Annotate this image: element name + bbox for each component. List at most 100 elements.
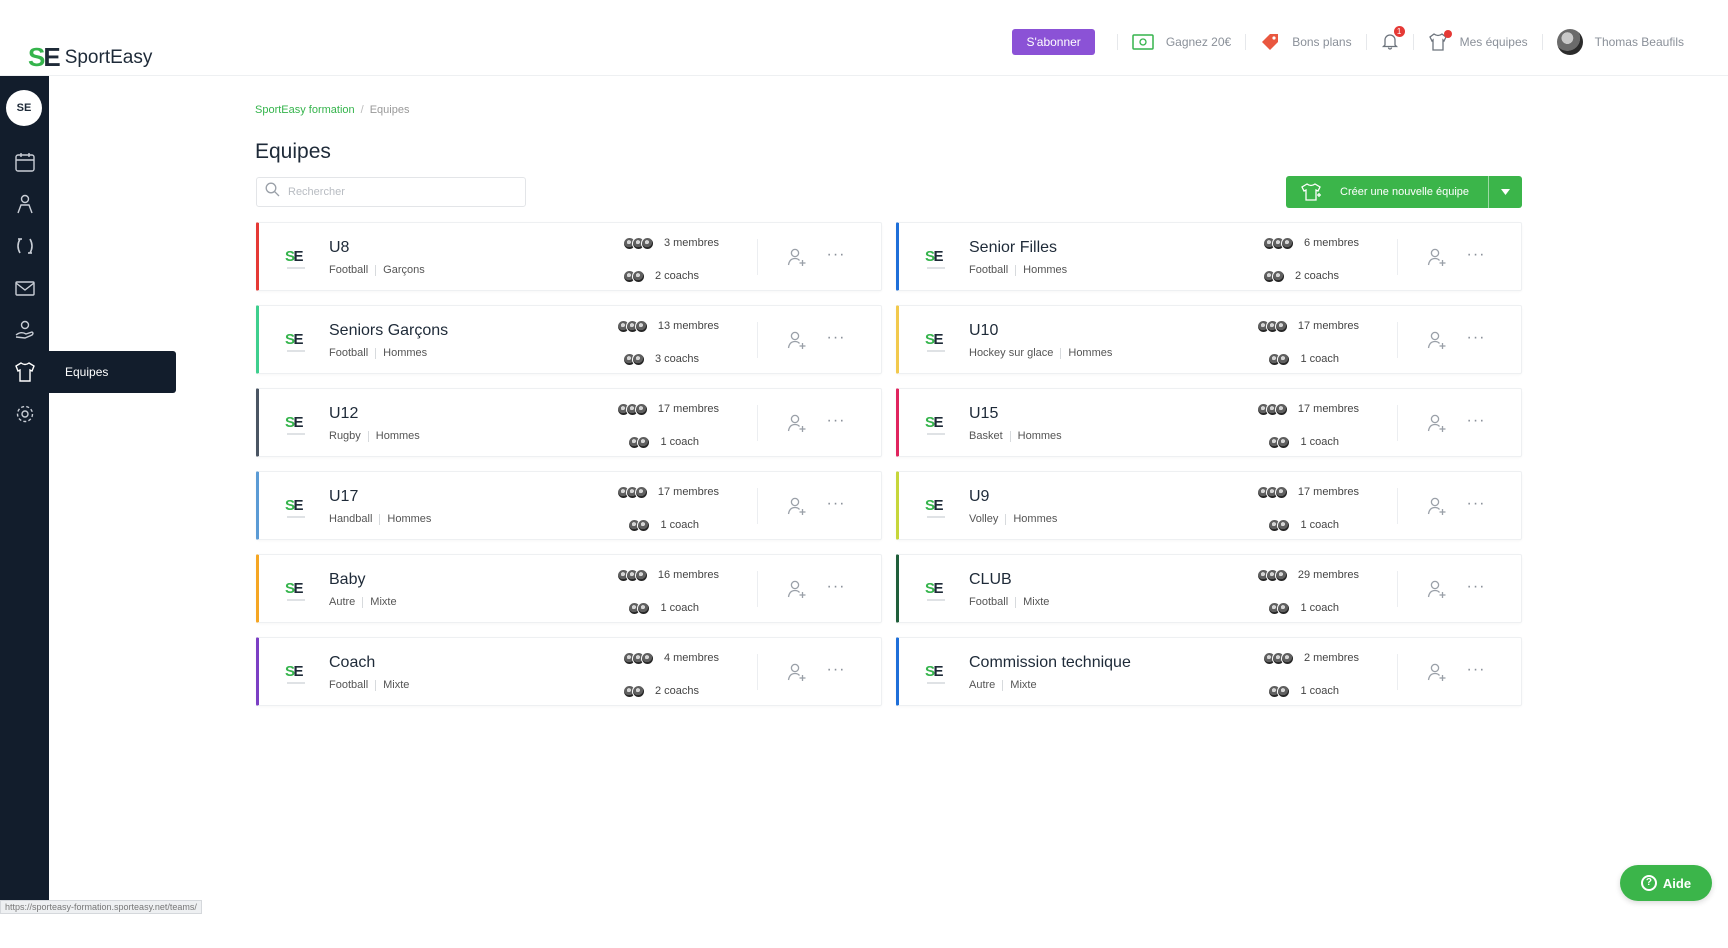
team-name[interactable]: U9 — [969, 488, 989, 506]
my-teams-link[interactable]: Mes équipes — [1412, 30, 1542, 51]
club-logo[interactable]: SE — [6, 90, 42, 126]
more-options-icon[interactable]: ··· — [1465, 246, 1487, 268]
mail-icon[interactable] — [13, 276, 36, 299]
coaches-row: 1 coach — [1239, 513, 1359, 537]
more-options-icon[interactable]: ··· — [825, 495, 847, 517]
more-options-icon[interactable]: ··· — [825, 578, 847, 600]
team-tags: Autre Mixte — [329, 596, 397, 608]
team-card[interactable]: SE U12 Rugby Hommes 17 membres 1 coach ·… — [256, 388, 882, 457]
breadcrumb-root[interactable]: SportEasy formation — [255, 104, 355, 116]
team-card[interactable]: SE Commission technique Autre Mixte 2 me… — [896, 637, 1522, 706]
coaches-count: 1 coach — [660, 436, 699, 448]
team-name[interactable]: U12 — [329, 405, 358, 423]
help-label: Aide — [1662, 875, 1692, 891]
team-gender: Mixte — [383, 679, 410, 691]
team-card[interactable]: SE U15 Basket Hommes 17 membres 1 coach … — [896, 388, 1522, 457]
team-gender: Hommes — [1023, 264, 1068, 276]
team-gender: Mixte — [1023, 596, 1050, 608]
add-member-icon[interactable] — [786, 495, 808, 517]
gear-icon[interactable] — [13, 402, 36, 425]
hand-money-icon[interactable] — [13, 318, 36, 341]
team-name[interactable]: CLUB — [969, 571, 1012, 589]
team-card[interactable]: SE Seniors Garçons Football Hommes 13 me… — [256, 305, 882, 374]
tag-separator — [1002, 679, 1004, 691]
team-card[interactable]: SE U10 Hockey sur glace Hommes 17 membre… — [896, 305, 1522, 374]
team-name[interactable]: U10 — [969, 322, 998, 340]
member-avatars — [622, 236, 654, 250]
team-tags: Rugby Hommes — [329, 430, 420, 442]
coaches-row: 1 coach — [1239, 347, 1359, 371]
card-divider — [1397, 405, 1398, 441]
coaches-count: 2 coachs — [654, 270, 699, 282]
team-sport: Autre — [329, 596, 356, 608]
add-member-icon[interactable] — [786, 329, 808, 351]
more-options-icon[interactable]: ··· — [1465, 578, 1487, 600]
team-card[interactable]: SE U9 Volley Hommes 17 membres 1 coach ·… — [896, 471, 1522, 540]
team-logo: SE — [925, 248, 946, 269]
create-team-button[interactable]: Créer une nouvelle équipe — [1286, 176, 1522, 208]
team-name[interactable]: Coach — [329, 654, 375, 672]
more-options-icon[interactable]: ··· — [1465, 412, 1487, 434]
team-name[interactable]: U17 — [329, 488, 358, 506]
team-gender: Hommes — [1013, 513, 1058, 525]
more-options-icon[interactable]: ··· — [825, 329, 847, 351]
team-name[interactable]: Commission technique — [969, 654, 1131, 672]
team-sport: Hockey sur glace — [969, 347, 1054, 359]
team-name[interactable]: Seniors Garçons — [329, 322, 448, 340]
add-member-icon[interactable] — [1426, 661, 1448, 683]
team-card[interactable]: SE U8 Football Garçons 3 membres 2 coach… — [256, 222, 882, 291]
shirt-icon[interactable] — [13, 360, 36, 383]
transfer-icon[interactable] — [13, 234, 36, 257]
coaches-row: 1 coach — [599, 513, 719, 537]
more-options-icon[interactable]: ··· — [825, 246, 847, 268]
add-member-icon[interactable] — [786, 246, 808, 268]
team-name[interactable]: Baby — [329, 571, 365, 589]
team-card[interactable]: SE CLUB Football Mixte 29 membres 1 coac… — [896, 554, 1522, 623]
team-sport: Football — [969, 596, 1009, 608]
users-icon[interactable] — [13, 192, 36, 215]
coaches-count: 1 coach — [1300, 519, 1339, 531]
team-name[interactable]: U8 — [329, 239, 349, 257]
member-avatars — [1256, 319, 1288, 333]
team-name[interactable]: U15 — [969, 405, 998, 423]
search-input[interactable] — [288, 186, 508, 198]
help-button[interactable]: ? Aide — [1620, 865, 1712, 901]
team-stats: 6 membres 2 coachs — [1239, 231, 1359, 288]
deals-link[interactable]: Bons plans — [1245, 34, 1365, 50]
notifications-button[interactable]: 1 — [1365, 25, 1413, 50]
add-member-icon[interactable] — [1426, 412, 1448, 434]
team-card[interactable]: SE U17 Handball Hommes 17 membres 1 coac… — [256, 471, 882, 540]
ticket-icon — [1132, 34, 1154, 50]
add-member-icon[interactable] — [1426, 329, 1448, 351]
team-gender: Hommes — [387, 513, 432, 525]
more-options-icon[interactable]: ··· — [1465, 495, 1487, 517]
team-card[interactable]: SE Senior Filles Football Hommes 6 membr… — [896, 222, 1522, 291]
add-member-icon[interactable] — [1426, 495, 1448, 517]
team-card[interactable]: SE Coach Football Mixte 4 membres 2 coac… — [256, 637, 882, 706]
add-member-icon[interactable] — [1426, 246, 1448, 268]
team-tags: Hockey sur glace Hommes — [969, 347, 1112, 359]
team-tags: Football Hommes — [329, 347, 427, 359]
members-row: 17 membres — [1239, 480, 1359, 504]
more-options-icon[interactable]: ··· — [1465, 661, 1487, 683]
user-menu[interactable]: Thomas Beaufils — [1541, 29, 1698, 55]
add-member-icon[interactable] — [786, 661, 808, 683]
team-logo: SE — [285, 414, 306, 435]
more-options-icon[interactable]: ··· — [825, 412, 847, 434]
team-name[interactable]: Senior Filles — [969, 239, 1057, 257]
app-logo[interactable]: SE SportEasy — [28, 42, 152, 73]
chevron-down-icon[interactable] — [1488, 176, 1522, 208]
add-member-icon[interactable] — [786, 412, 808, 434]
subscribe-button[interactable]: S'abonner — [1012, 29, 1095, 55]
team-stats: 29 membres 1 coach — [1239, 563, 1359, 620]
add-member-icon[interactable] — [786, 578, 808, 600]
referral-link[interactable]: Gagnez 20€ — [1116, 34, 1245, 50]
calendar-icon[interactable] — [13, 150, 36, 173]
more-options-icon[interactable]: ··· — [1465, 329, 1487, 351]
more-options-icon[interactable]: ··· — [825, 661, 847, 683]
deals-label: Bons plans — [1292, 35, 1352, 49]
tag-separator — [375, 347, 377, 359]
team-card[interactable]: SE Baby Autre Mixte 16 membres 1 coach ·… — [256, 554, 882, 623]
member-avatars — [616, 402, 648, 416]
add-member-icon[interactable] — [1426, 578, 1448, 600]
